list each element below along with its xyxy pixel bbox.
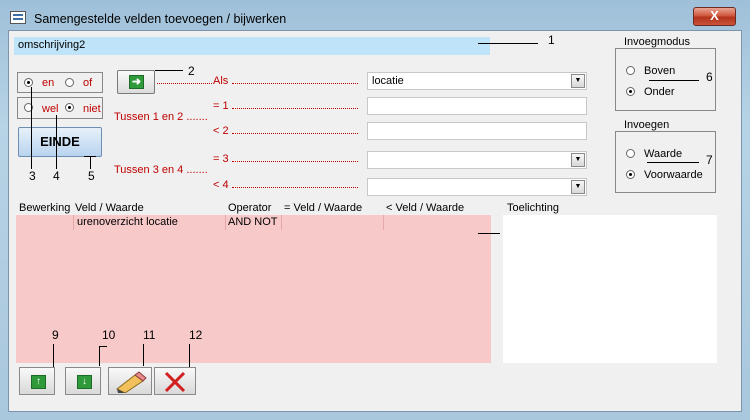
radio-voorwaarde[interactable]: [626, 170, 635, 179]
callout-line-1: [478, 43, 538, 44]
callout-line-2: [155, 70, 183, 71]
logic-group-wel-niet: wel niet: [17, 97, 103, 119]
logic-group-en-of: en of: [17, 72, 103, 93]
invoegen-title: Invoegen: [624, 119, 670, 131]
dotted-leader-als: [157, 83, 212, 84]
radio-boven[interactable]: [626, 66, 635, 75]
callout-line-6: [649, 80, 699, 81]
form-icon: [10, 11, 26, 24]
radio-of[interactable]: [65, 78, 74, 87]
callout-line-12: [189, 344, 190, 368]
conditions-grid[interactable]: urenoverzicht locatie AND NOT: [16, 215, 491, 363]
callout-line-4: [56, 115, 57, 169]
callout-4: 4: [53, 169, 60, 183]
header-veld-waarde: Veld / Waarde: [75, 202, 144, 214]
callout-line-10b: [99, 346, 100, 366]
eq1-field[interactable]: [367, 97, 587, 115]
callout-10: 10: [102, 328, 116, 342]
label-waarde: Waarde: [644, 148, 683, 160]
lt4-combo[interactable]: ▼: [367, 178, 587, 196]
callout-12: 12: [189, 328, 203, 342]
label-voorwaarde: Voorwaarde: [644, 169, 703, 181]
cell-veld-waarde: urenoverzicht locatie: [77, 216, 178, 228]
callout-line-8: [478, 233, 500, 234]
callout-7: 7: [706, 153, 713, 167]
radio-waarde[interactable]: [626, 149, 635, 158]
callout-line-3: [31, 87, 32, 169]
toelichting-field[interactable]: [503, 215, 717, 363]
label-boven: Boven: [644, 65, 676, 77]
label-of: of: [83, 77, 93, 89]
dotted-leader-lt4: [232, 187, 358, 188]
eq3-combo[interactable]: ▼: [367, 151, 587, 169]
header-operator: Operator: [228, 202, 272, 214]
arrow-right-icon: ➜: [129, 75, 144, 89]
cell-operator: AND NOT: [228, 216, 278, 228]
callout-line-11: [143, 344, 144, 366]
radio-en[interactable]: [24, 78, 33, 87]
arrow-up-icon: ↑: [31, 375, 46, 389]
label-tussen-1-2: Tussen 1 en 2 .......: [114, 111, 208, 123]
invoegmodus-title: Invoegmodus: [624, 36, 691, 48]
callout-line-10a: [99, 346, 107, 347]
dotted-leader-lt2: [232, 133, 358, 134]
title-bar: Samengestelde velden toevoegen / bijwerk…: [0, 0, 750, 30]
als-combo[interactable]: locatie ▼: [367, 72, 587, 90]
close-button[interactable]: X: [693, 7, 736, 26]
move-up-button[interactable]: ↑: [19, 367, 55, 395]
chevron-down-icon[interactable]: ▼: [571, 180, 585, 194]
move-down-button[interactable]: ↓: [65, 367, 101, 395]
label-tussen-3-4: Tussen 3 en 4 .......: [114, 164, 208, 176]
callout-11: 11: [143, 328, 156, 342]
header-eq-veld-waarde: = Veld / Waarde: [284, 202, 363, 214]
callout-9: 9: [52, 328, 59, 342]
window-title: Samengestelde velden toevoegen / bijwerk…: [34, 12, 287, 26]
label-lt2: < 2: [213, 125, 229, 137]
header-bewerking: Bewerking: [19, 202, 71, 214]
label-als: Als: [213, 75, 229, 87]
radio-niet[interactable]: [65, 103, 74, 112]
toelichting-label: Toelichting: [507, 202, 559, 214]
callout-line-5b: [90, 156, 91, 169]
name-field[interactable]: omschrijving2: [14, 37, 490, 55]
chevron-down-icon[interactable]: ▼: [571, 153, 585, 167]
red-x-icon: [164, 371, 186, 393]
dotted-leader-eq3: [232, 161, 358, 162]
chevron-down-icon[interactable]: ▼: [571, 74, 585, 88]
label-onder: Onder: [644, 86, 675, 98]
arrow-down-icon: ↓: [77, 375, 92, 389]
label-lt4: < 4: [213, 179, 229, 191]
label-eq1: = 1: [213, 100, 229, 112]
edit-button[interactable]: [108, 367, 152, 395]
als-combo-value: locatie: [372, 75, 404, 87]
delete-button[interactable]: [154, 367, 196, 395]
callout-5: 5: [88, 169, 95, 183]
table-row[interactable]: urenoverzicht locatie AND NOT: [16, 215, 491, 230]
callout-6: 6: [706, 70, 713, 84]
callout-2: 2: [188, 64, 195, 78]
label-eq3: = 3: [213, 153, 229, 165]
callout-line-7: [647, 162, 699, 163]
dotted-leader-als-2: [232, 83, 358, 84]
label-niet: niet: [83, 103, 101, 115]
dotted-leader-eq1: [232, 108, 358, 109]
pencil-eraser-icon: [116, 371, 147, 393]
lt2-field[interactable]: [367, 122, 587, 140]
callout-3: 3: [29, 169, 36, 183]
radio-onder[interactable]: [626, 87, 635, 96]
callout-line-9: [53, 344, 54, 368]
apply-arrow-button[interactable]: ➜: [117, 70, 155, 94]
label-en: en: [42, 77, 55, 89]
header-lt-veld-waarde: < Veld / Waarde: [386, 202, 465, 214]
callout-1: 1: [548, 33, 555, 47]
label-wel: wel: [42, 103, 59, 115]
